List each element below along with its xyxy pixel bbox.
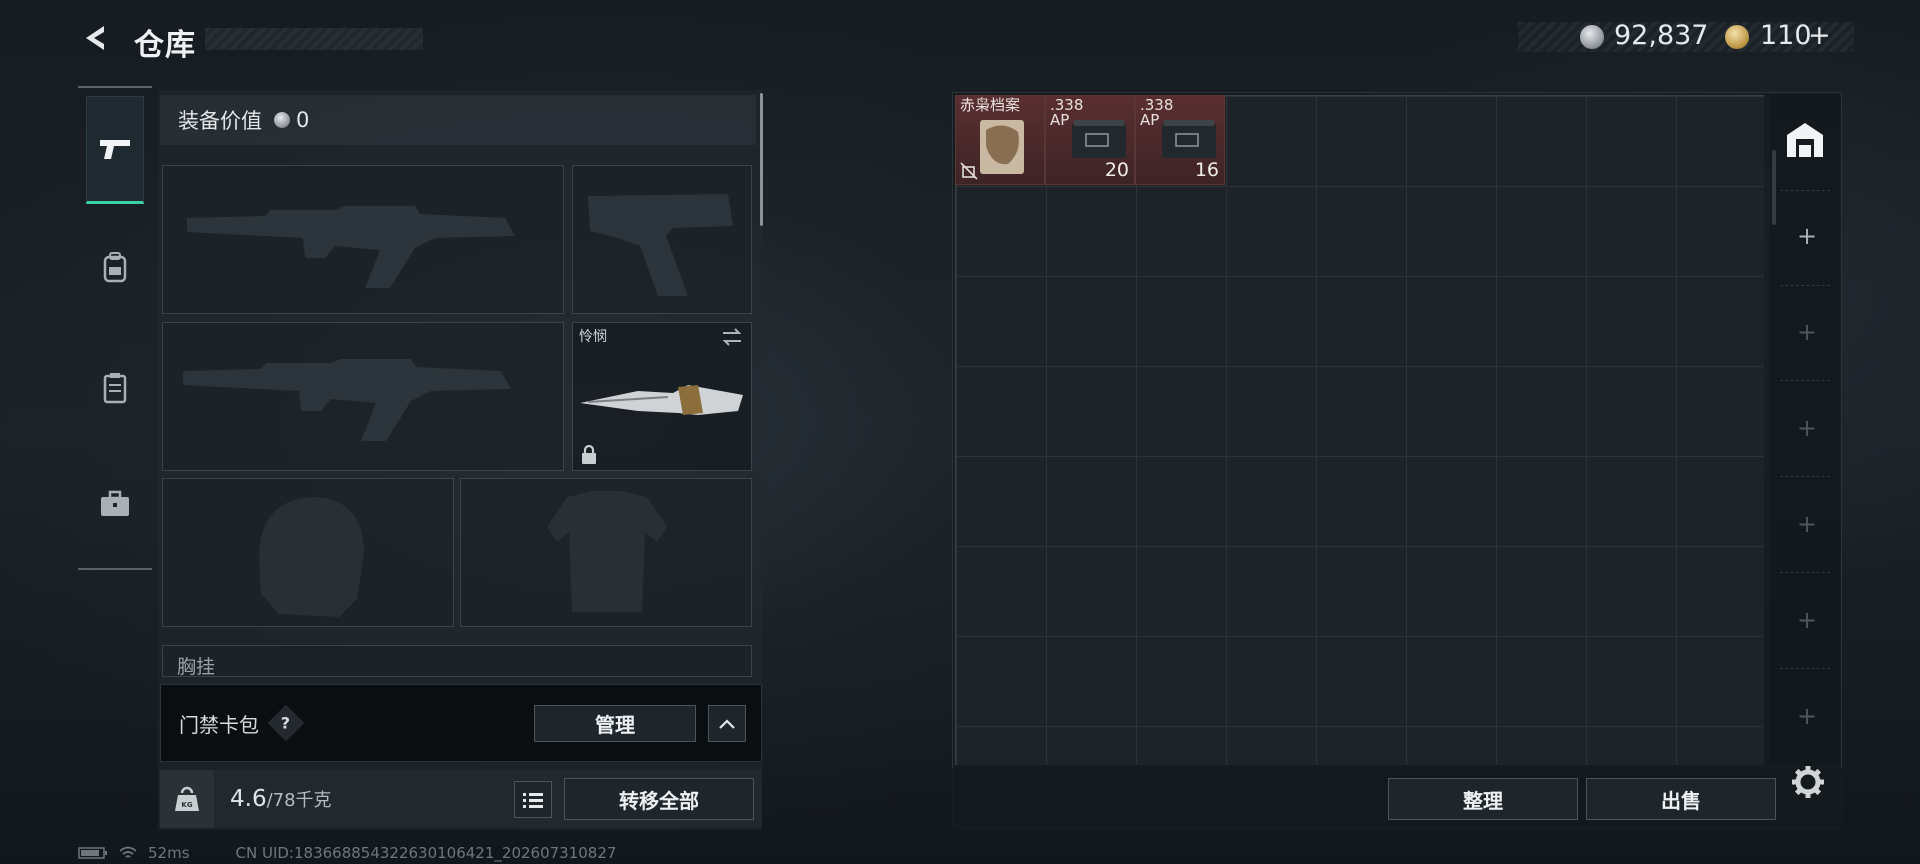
dossier-icon xyxy=(980,120,1024,174)
svg-text:KG: KG xyxy=(181,801,192,809)
divider xyxy=(1780,668,1830,669)
stash-item[interactable]: 赤枭档案 xyxy=(955,95,1045,185)
weight-current: 4.6 xyxy=(230,786,267,812)
weight-readout: 4.6/78千克 xyxy=(230,786,332,812)
divider xyxy=(1780,572,1830,573)
gear-icon xyxy=(1792,766,1824,798)
silver-coin-icon xyxy=(274,112,290,128)
knife-icon xyxy=(580,385,743,415)
sort-button[interactable]: 整理 xyxy=(1388,778,1578,820)
back-button[interactable] xyxy=(78,20,114,56)
chest-rig-label: 胸挂 xyxy=(177,656,216,677)
equipment-value-label: 装备价值 xyxy=(178,109,262,133)
access-card-label: 门禁卡包 xyxy=(179,712,259,737)
stash-grid xyxy=(955,95,1764,765)
page-title: 仓库 xyxy=(134,28,196,63)
equipment-value-row: 装备价值 0 xyxy=(160,95,756,145)
help-button[interactable]: ? xyxy=(267,704,305,742)
item-count: 16 xyxy=(1194,159,1219,181)
settings-button[interactable] xyxy=(1790,764,1826,800)
kettlebell-icon: KG xyxy=(175,786,199,811)
gold-balance: 110 xyxy=(1760,20,1812,51)
armor-silhouette-icon xyxy=(547,491,667,612)
helmet-slot[interactable] xyxy=(162,478,454,627)
add-stash-button[interactable]: + xyxy=(1795,606,1819,634)
rifle-silhouette-icon xyxy=(183,359,511,441)
manage-button[interactable]: 管理 xyxy=(534,705,696,742)
collapse-button[interactable] xyxy=(708,705,746,742)
gold-coin-icon xyxy=(1725,25,1749,49)
warehouse-icon xyxy=(1787,123,1823,157)
title-decoration xyxy=(205,28,423,50)
item-label: 赤枭档案 xyxy=(960,96,1021,114)
tab-weapons[interactable] xyxy=(86,96,144,204)
helmet-silhouette-icon xyxy=(259,497,364,617)
silver-balance: 92,837 xyxy=(1614,20,1709,51)
secondary-weapon-slot[interactable] xyxy=(162,322,564,471)
tab-case[interactable] xyxy=(86,450,144,558)
pistol-silhouette-icon xyxy=(588,194,733,296)
wifi-icon xyxy=(119,846,137,858)
stash-item[interactable]: .338 AP 16 xyxy=(1135,95,1225,185)
gold-add-button[interactable]: + xyxy=(1808,20,1831,51)
stash-page-1[interactable] xyxy=(1783,118,1827,162)
weight-max: /78千克 xyxy=(266,790,332,811)
add-stash-button[interactable]: + xyxy=(1795,702,1819,730)
armor-slot[interactable] xyxy=(460,478,752,627)
backpack-icon xyxy=(103,252,127,283)
equipment-value: 0 xyxy=(296,108,310,132)
uid: CN UID:183668854322630106421_20260731082… xyxy=(235,844,617,862)
pistol-slot[interactable] xyxy=(572,165,752,314)
ping: 52ms xyxy=(148,844,190,862)
lock-icon xyxy=(582,444,596,464)
no-transfer-icon xyxy=(960,162,978,180)
list-icon xyxy=(523,792,543,808)
divider xyxy=(1780,190,1830,191)
chevron-up-icon xyxy=(719,718,735,729)
transfer-all-button[interactable]: 转移全部 xyxy=(564,778,754,820)
battery-icon xyxy=(78,847,107,859)
add-stash-button[interactable]: + xyxy=(1795,510,1819,538)
melee-slot[interactable]: 怜悯 xyxy=(572,322,752,471)
item-count: 20 xyxy=(1104,159,1129,181)
left-scrollbar[interactable] xyxy=(760,93,763,226)
divider xyxy=(1780,476,1830,477)
add-stash-button[interactable]: + xyxy=(1795,318,1819,346)
melee-name: 怜悯 xyxy=(579,329,607,345)
chest-rig-slot[interactable]: 胸挂 xyxy=(162,645,752,677)
status-line: 52ms CN UID:183668854322630106421_202607… xyxy=(78,844,616,862)
primary-weapon-slot[interactable] xyxy=(162,165,564,314)
back-arrow-icon xyxy=(86,26,104,50)
add-stash-button[interactable]: + xyxy=(1795,414,1819,442)
add-stash-button[interactable]: + xyxy=(1795,222,1819,250)
list-view-button[interactable] xyxy=(514,781,552,818)
stash-item[interactable]: .338 AP 20 xyxy=(1045,95,1135,185)
pistol-icon xyxy=(100,140,130,159)
help-icon: ? xyxy=(281,713,291,733)
divider xyxy=(1780,285,1830,286)
silver-coin-icon xyxy=(1580,25,1604,49)
ammo-box-icon xyxy=(1072,120,1126,158)
tab-backpack[interactable] xyxy=(86,214,144,322)
sell-button[interactable]: 出售 xyxy=(1586,778,1776,820)
tab-vest[interactable] xyxy=(86,334,144,442)
ammo-box-icon xyxy=(1162,120,1216,158)
vest-icon xyxy=(103,373,127,404)
weight-icon: KG xyxy=(160,770,214,828)
swap-icon[interactable] xyxy=(721,328,743,346)
rifle-silhouette-icon xyxy=(187,206,515,288)
briefcase-icon xyxy=(101,490,129,516)
divider xyxy=(1780,380,1830,381)
